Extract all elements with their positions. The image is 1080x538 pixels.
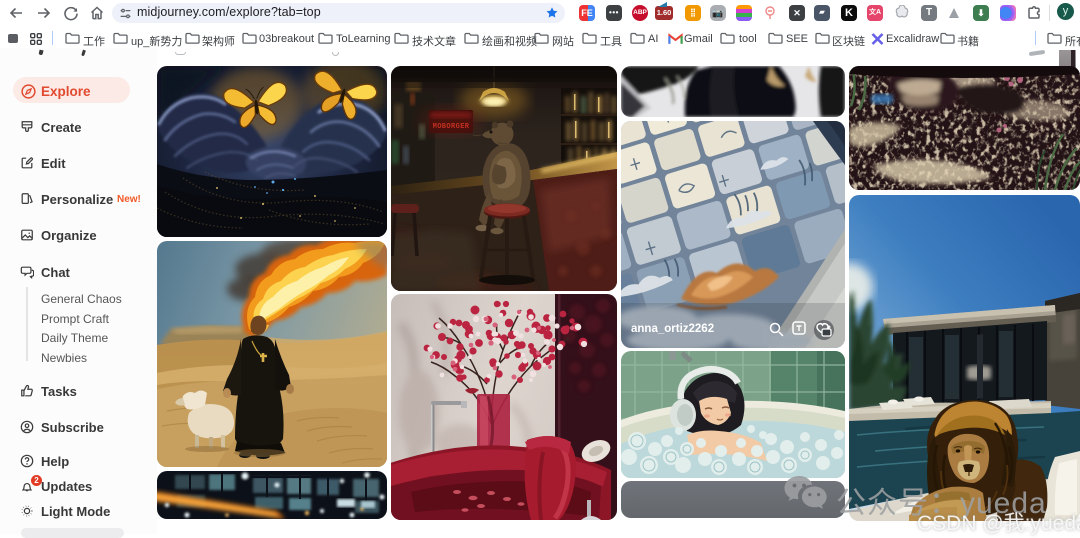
svg-text:anna_ortiz2262: anna_ortiz2262 (631, 323, 714, 335)
